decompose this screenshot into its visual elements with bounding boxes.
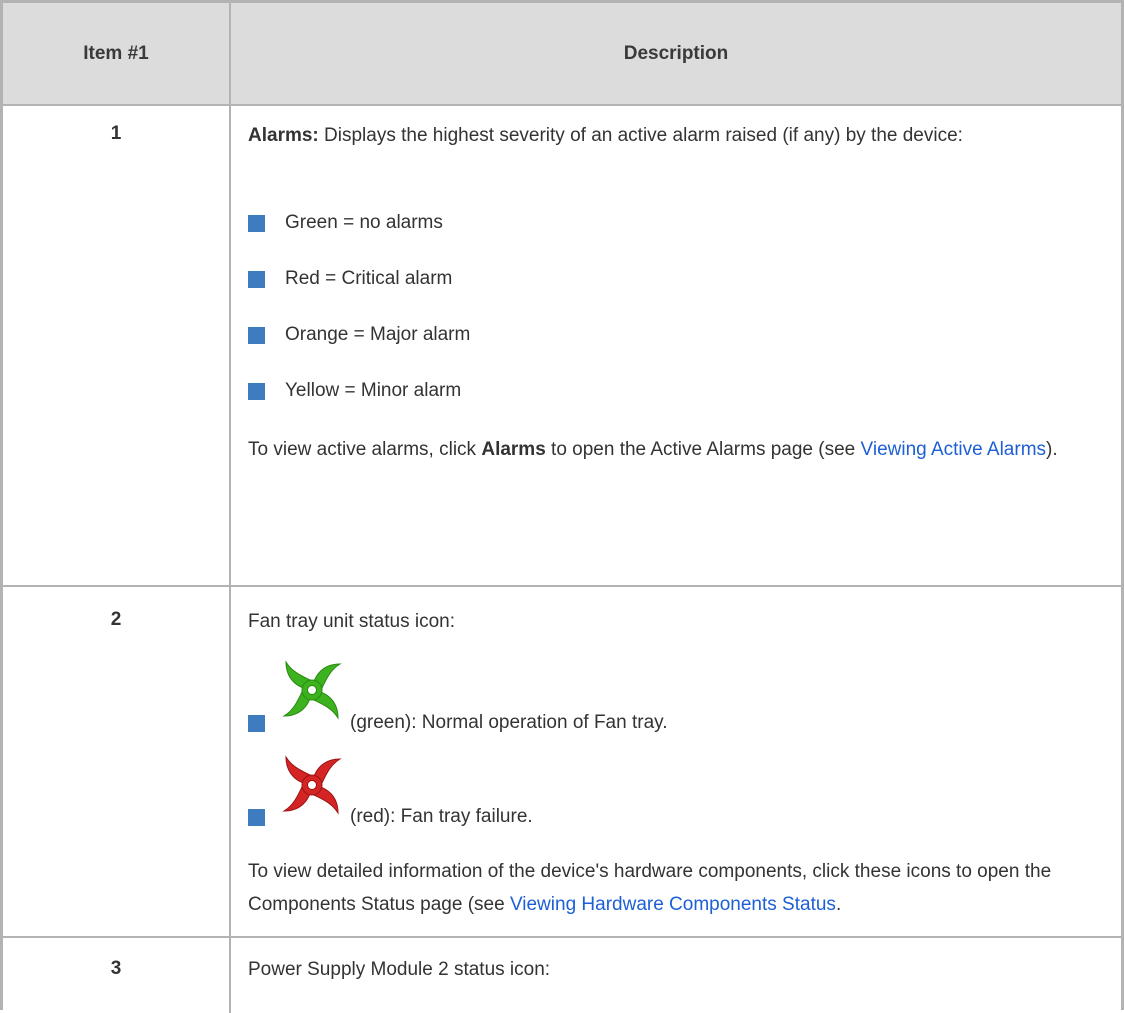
bullet-square [248,809,265,826]
row-divider [3,936,1121,938]
table-header: Item #1 Description [3,3,1121,106]
bullet-square [248,715,265,732]
row-number: 1 [110,123,122,144]
row-description-lead: Fan tray unit status icon: [248,611,455,632]
bullet-square [248,271,265,288]
row-description-note: To view detailed information of the devi… [248,861,1052,915]
bullet-square [248,215,265,232]
description-table: Item #1 Description 1 Alarms: Displays t… [0,0,1124,1013]
column-header-description: Description [623,43,729,64]
row-divider [3,585,1121,587]
row-description-note: To view active alarms, click Alarms to o… [248,439,1058,460]
bullet-square [248,327,265,344]
row-description-lead: Power Supply Module 2 status icon: [248,959,551,980]
viewing-hardware-components-status-link[interactable]: Viewing Hardware Components Status [510,894,836,915]
row-description-lead: Alarms: Displays the highest severity of… [248,125,963,146]
bullet-square [248,383,265,400]
column-header-item: Item #1 [83,43,149,64]
fan-red-icon[interactable] [280,753,344,817]
column-divider [229,3,231,1013]
viewing-active-alarms-link[interactable]: Viewing Active Alarms [861,439,1047,460]
alarms-label: Alarms: [248,125,319,146]
row-number: 2 [110,609,122,630]
fan-green-icon[interactable] [280,658,344,722]
row-number: 3 [110,958,122,979]
